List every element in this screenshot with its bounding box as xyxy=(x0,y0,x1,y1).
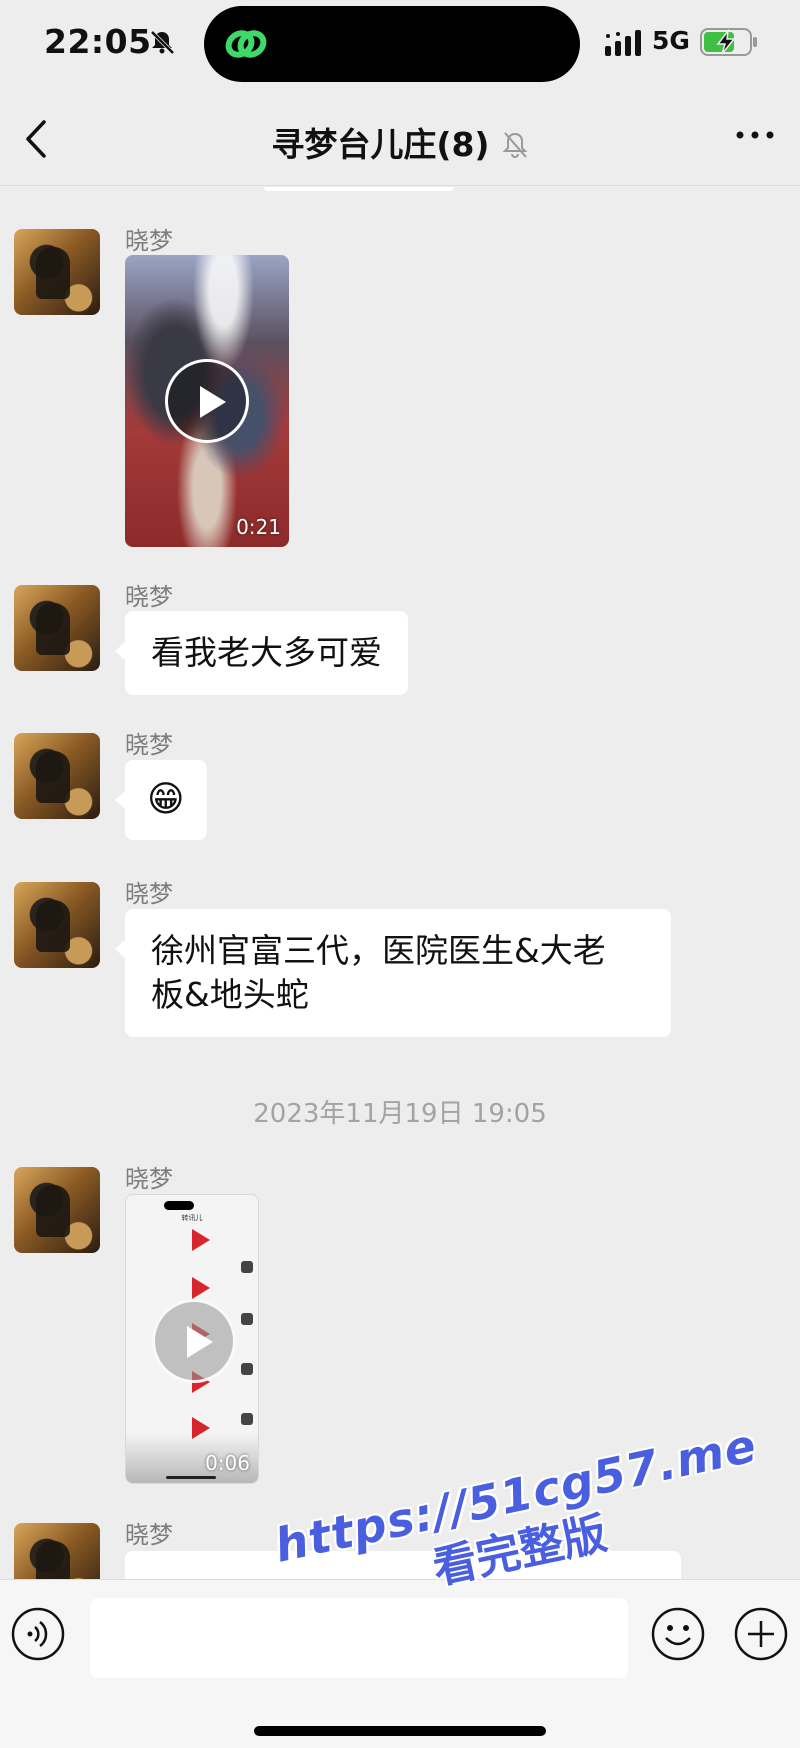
bell-off-icon xyxy=(150,30,175,55)
avatar[interactable] xyxy=(14,1523,100,1579)
sender-name: 晓梦 xyxy=(125,880,173,908)
text-bubble[interactable]: 徐州官富三代，医院医生&大老 板&地头蛇 xyxy=(115,909,671,1037)
voice-icon[interactable] xyxy=(10,1606,66,1662)
sender-name: 晓梦 xyxy=(125,583,173,611)
chat-title-wrap: 寻梦台儿庄(8) xyxy=(0,118,800,166)
thumb-avatar-icon xyxy=(241,1413,253,1425)
video-message[interactable]: 0:21 xyxy=(125,255,289,547)
timestamp: 2023年11月19日 19:05 xyxy=(253,1099,547,1129)
sender-name: 晓梦 xyxy=(125,227,173,255)
avatar[interactable] xyxy=(14,229,100,315)
mute-icon xyxy=(502,132,528,158)
text-bubble[interactable]: 看我老大多可爱 xyxy=(115,611,408,695)
home-indicator xyxy=(254,1726,546,1736)
previous-message-edge xyxy=(264,187,454,191)
thumb-status-bar xyxy=(126,1199,258,1210)
message-text: 看我老大多可爱 xyxy=(151,633,382,672)
text-bubble[interactable] xyxy=(125,1551,681,1579)
input-bar xyxy=(0,1579,800,1748)
chat-header: 寻梦台儿庄(8) xyxy=(0,90,800,186)
message-text-line: 徐州官富三代，医院医生&大老 xyxy=(151,931,606,970)
chat-title: 寻梦台儿庄(8) xyxy=(271,125,490,164)
message-input[interactable] xyxy=(90,1598,628,1678)
video-duration: 0:06 xyxy=(205,1451,250,1475)
status-bar: 22:05 5G xyxy=(0,0,800,90)
sender-name: 晓梦 xyxy=(125,1521,173,1549)
thumb-red-shape xyxy=(192,1229,210,1251)
status-time: 22:05 xyxy=(44,22,152,61)
emoji-bubble[interactable]: 😁 xyxy=(115,760,207,840)
message-text-line: 板&地头蛇 xyxy=(151,975,309,1014)
avatar[interactable] xyxy=(14,585,100,671)
video-duration: 0:21 xyxy=(236,515,281,539)
thumb-avatar-icon xyxy=(241,1261,253,1273)
thumb-avatar-icon xyxy=(241,1363,253,1375)
more-icon[interactable] xyxy=(734,128,776,142)
network-type: 5G xyxy=(652,26,690,55)
avatar[interactable] xyxy=(14,1167,100,1253)
avatar[interactable] xyxy=(14,882,100,968)
thumb-red-shape xyxy=(192,1277,210,1299)
play-icon[interactable] xyxy=(152,1299,236,1383)
thumb-avatar-icon xyxy=(241,1313,253,1325)
thumb-title: 转讯儿 xyxy=(181,1214,203,1222)
signal-icon xyxy=(605,30,641,56)
app-link-icon xyxy=(225,30,267,58)
battery-charging-icon xyxy=(700,28,757,56)
emoji-icon[interactable] xyxy=(650,1606,706,1662)
video-message[interactable]: 转讯儿 0:06 xyxy=(125,1194,259,1484)
play-icon[interactable] xyxy=(165,359,249,443)
dynamic-island xyxy=(204,6,580,82)
sender-name: 晓梦 xyxy=(125,731,173,759)
sender-name: 晓梦 xyxy=(125,1165,173,1193)
thumb-home-indicator xyxy=(166,1476,216,1479)
grin-emoji-icon: 😁 xyxy=(147,779,185,820)
chat-message-list[interactable]: 晓梦 0:21 晓梦 看我老大多可爱 晓梦 😁 晓梦 徐州官富三代，医院医生&大… xyxy=(0,187,800,1579)
plus-icon[interactable] xyxy=(733,1606,789,1662)
avatar[interactable] xyxy=(14,733,100,819)
